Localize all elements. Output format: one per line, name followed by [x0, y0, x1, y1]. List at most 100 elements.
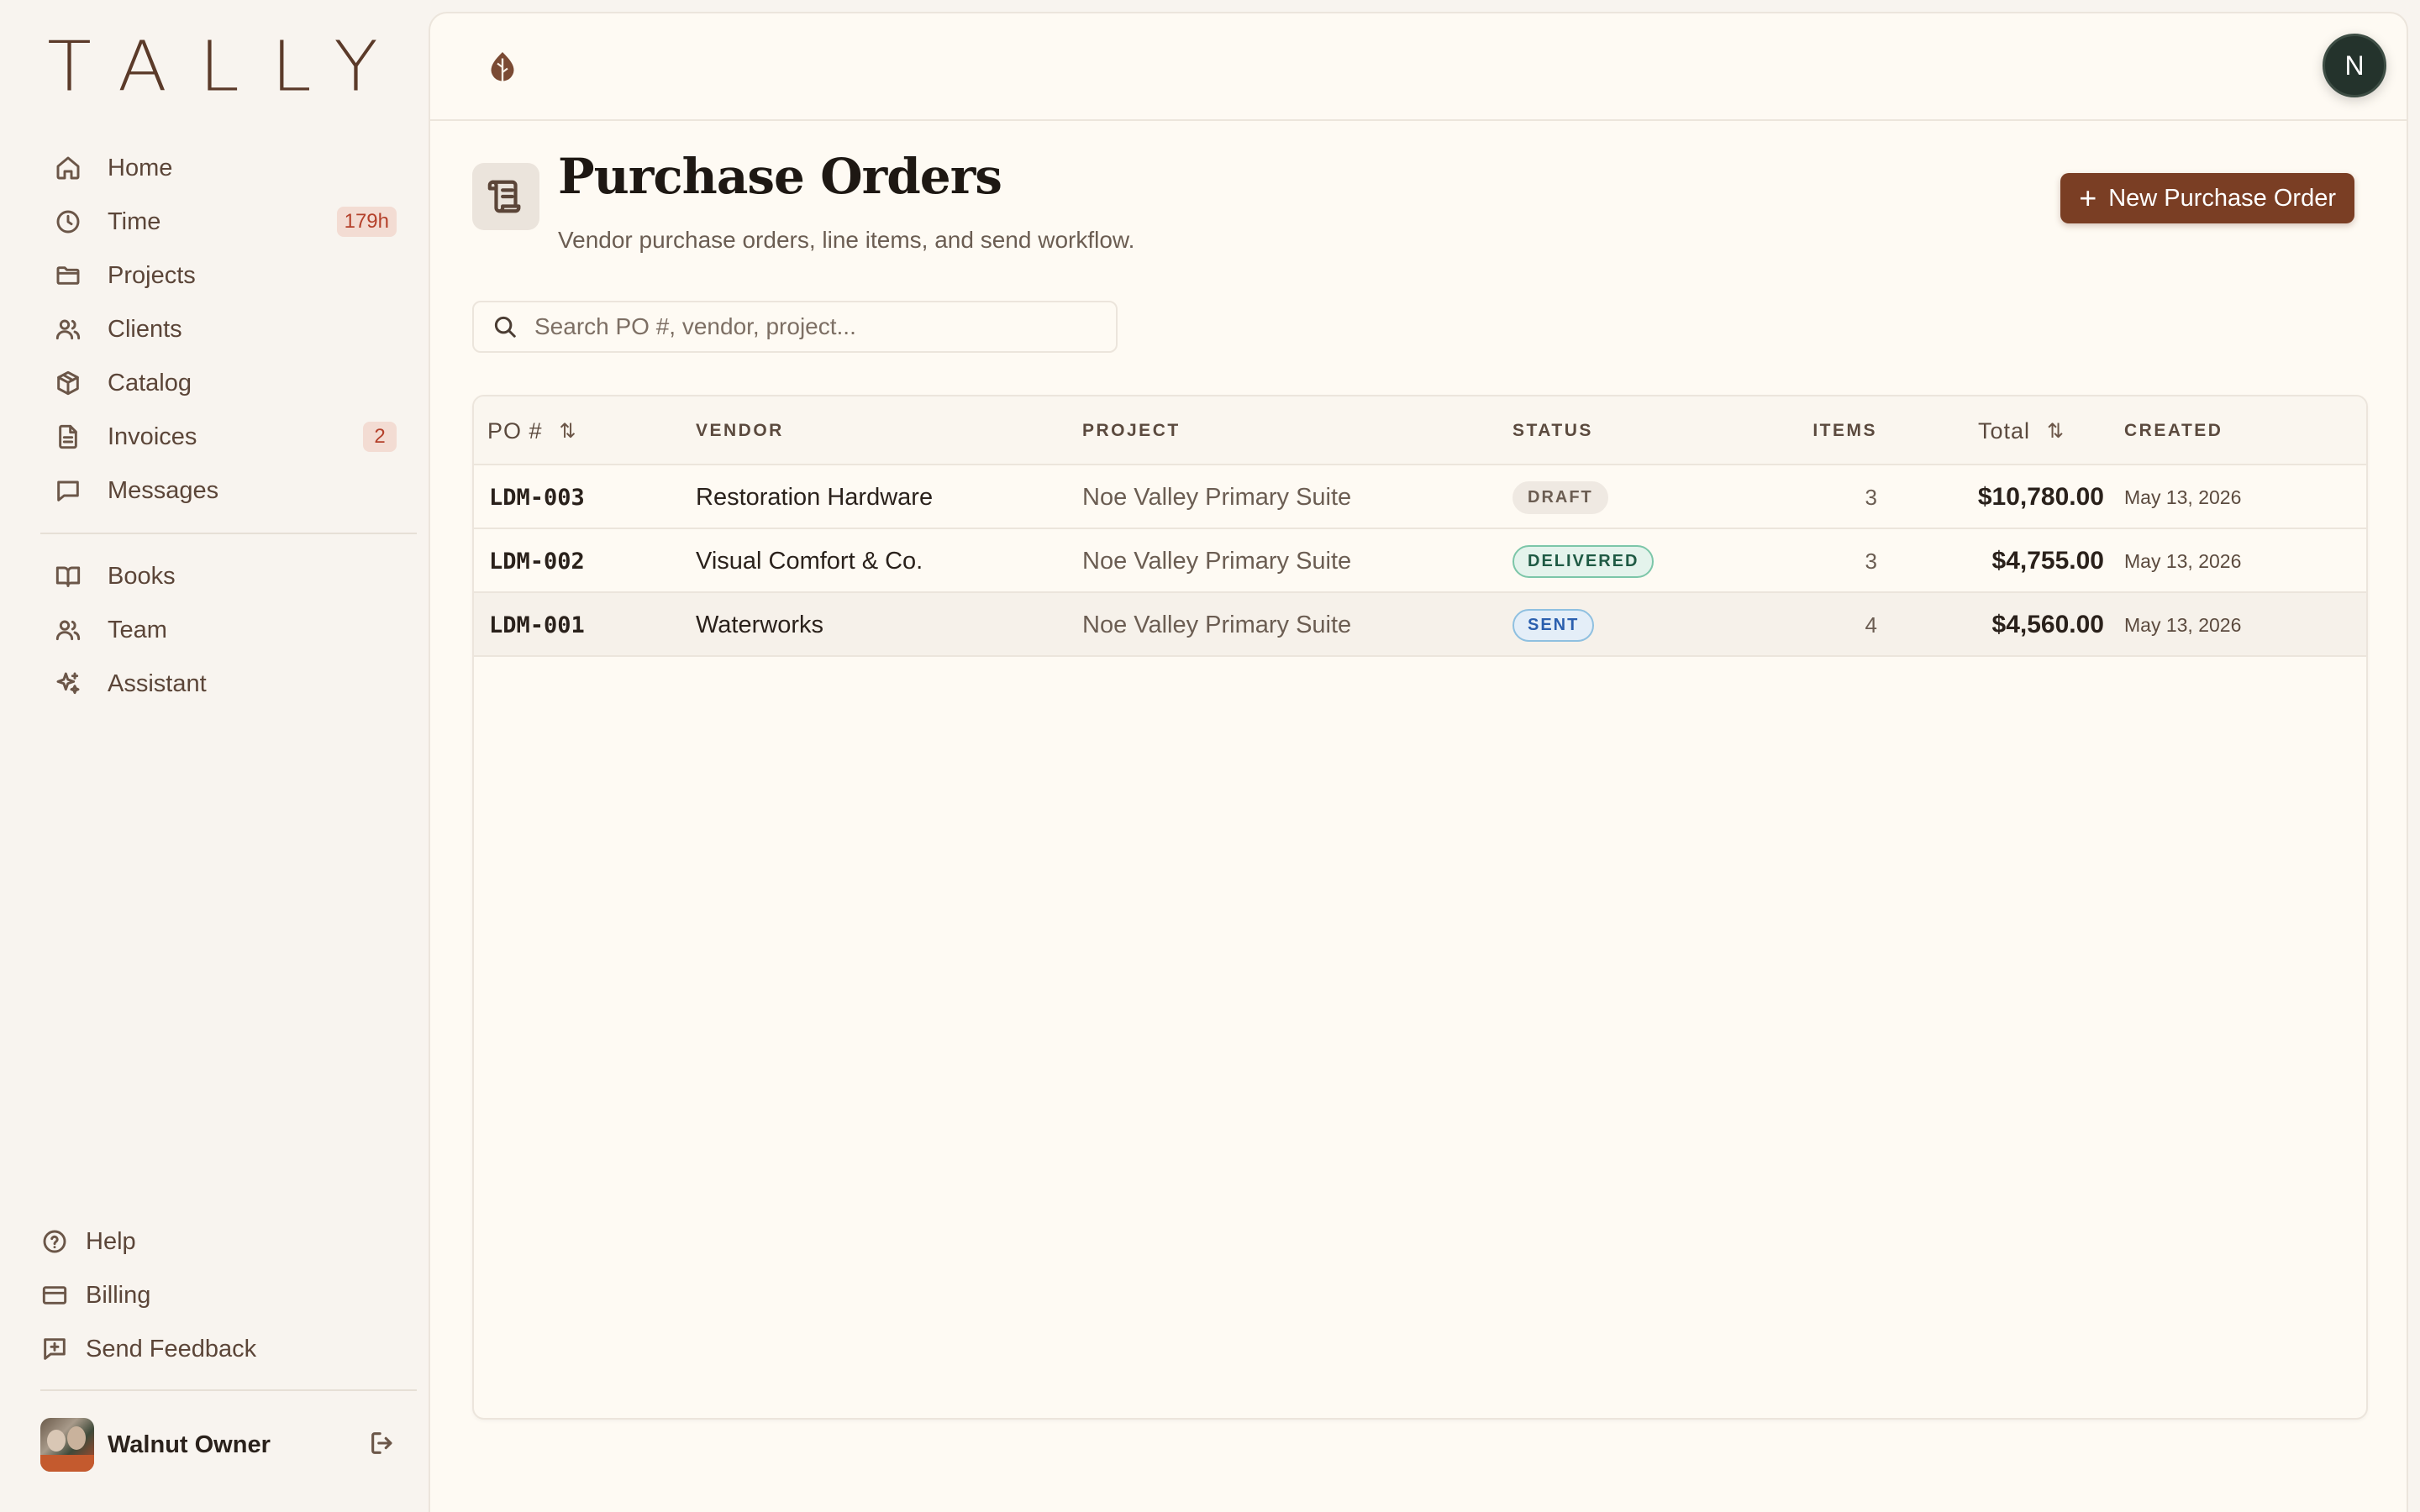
sidebar-item-label: Invoices	[108, 423, 197, 450]
column-header-label: PO #	[487, 417, 543, 444]
sidebar-item-label: Projects	[108, 261, 196, 289]
project-name: Noe Valley Primary Suite	[1082, 483, 1352, 511]
sidebar-item-label: Help	[86, 1227, 136, 1255]
total-amount: $10,780.00	[1977, 483, 2104, 511]
table-header: PO # ⇅ VENDOR PROJECT STATUS ITEMS Total…	[474, 396, 2366, 465]
vendor-name: Visual Comfort & Co.	[696, 547, 923, 575]
feedback-icon	[40, 1335, 69, 1363]
sidebar-item-assistant[interactable]: Assistant	[40, 657, 410, 711]
items-count: 4	[1865, 612, 1877, 638]
sidebar-item-books[interactable]: Books	[40, 549, 410, 603]
sidebar: TALLY Home Time 179h Projects Clients Ca…	[0, 0, 429, 1512]
vendor-name: Restoration Hardware	[696, 483, 934, 511]
status-badge: DELIVERED	[1512, 544, 1655, 578]
sidebar-item-label: Team	[108, 616, 167, 643]
items-count: 3	[1865, 484, 1877, 510]
primary-nav: Home Time 179h Projects Clients Catalog …	[40, 141, 417, 711]
page-title: Purchase Orders	[558, 148, 1002, 205]
sidebar-item-time[interactable]: Time 179h	[40, 195, 410, 249]
card-icon	[40, 1281, 69, 1310]
table-row[interactable]: LDM-002 Visual Comfort & Co. Noe Valley …	[474, 529, 2366, 593]
box-icon	[54, 369, 82, 397]
purchase-orders-table: PO # ⇅ VENDOR PROJECT STATUS ITEMS Total…	[472, 395, 2368, 1420]
total-amount: $4,560.00	[1991, 611, 2104, 638]
created-date: May 13, 2026	[2124, 613, 2242, 636]
created-date: May 13, 2026	[2124, 486, 2242, 508]
column-header-vendor: VENDOR	[696, 421, 784, 440]
user-name: Walnut Owner	[108, 1431, 271, 1458]
main-panel: N Purchase Orders Vendor purchase orders…	[429, 12, 2408, 1512]
sidebar-item-label: Messages	[108, 476, 219, 504]
page-subtitle: Vendor purchase orders, line items, and …	[558, 227, 1135, 253]
sidebar-item-help[interactable]: Help	[27, 1215, 410, 1268]
created-date: May 13, 2026	[2124, 549, 2242, 572]
app-logo[interactable]: TALLY	[0, 28, 429, 108]
scroll-icon	[472, 163, 539, 230]
avatar[interactable]	[40, 1418, 94, 1472]
sidebar-item-catalog[interactable]: Catalog	[40, 356, 410, 410]
user-divider	[40, 1389, 417, 1391]
column-header-total[interactable]: Total ⇅	[1978, 396, 2065, 465]
topbar: N	[430, 13, 2407, 121]
sidebar-item-clients[interactable]: Clients	[40, 302, 410, 356]
sparkle-icon	[54, 669, 82, 698]
items-count: 3	[1865, 548, 1877, 574]
book-icon	[54, 562, 82, 591]
sort-icon[interactable]: ⇅	[560, 419, 577, 444]
sidebar-item-invoices[interactable]: Invoices 2	[40, 410, 410, 464]
table-row[interactable]: LDM-003 Restoration Hardware Noe Valley …	[474, 465, 2366, 529]
sidebar-item-label: Clients	[108, 315, 182, 343]
sidebar-item-label: Home	[108, 154, 173, 181]
user-profile: Walnut Owner	[40, 1418, 397, 1472]
folder-icon	[54, 261, 82, 290]
user-icon	[54, 616, 82, 644]
sidebar-item-label: Billing	[86, 1281, 151, 1309]
time-badge: 179h	[336, 207, 397, 237]
column-header-items: ITEMS	[1812, 421, 1877, 440]
sidebar-item-projects[interactable]: Projects	[40, 249, 410, 302]
users-icon	[54, 315, 82, 344]
search-box[interactable]	[472, 301, 1118, 353]
table-row[interactable]: LDM-001 Waterworks Noe Valley Primary Su…	[474, 593, 2366, 657]
search-icon	[494, 316, 516, 338]
po-number: LDM-002	[489, 548, 585, 575]
status-badge: DRAFT	[1512, 480, 1608, 514]
column-header-created: CREATED	[2124, 421, 2223, 440]
sidebar-item-messages[interactable]: Messages	[40, 464, 410, 517]
search-input[interactable]	[534, 313, 1097, 340]
project-name: Noe Valley Primary Suite	[1082, 547, 1352, 575]
vendor-name: Waterworks	[696, 611, 823, 638]
sidebar-item-send-feedback[interactable]: Send Feedback	[27, 1322, 410, 1376]
po-number: LDM-001	[489, 612, 585, 638]
sidebar-item-home[interactable]: Home	[40, 141, 410, 195]
leaf-icon[interactable]	[487, 50, 518, 84]
total-amount: $4,755.00	[1991, 547, 2104, 575]
column-header-po[interactable]: PO # ⇅	[487, 396, 577, 465]
sidebar-item-label: Catalog	[108, 369, 192, 396]
home-icon	[54, 154, 82, 182]
status-badge: SENT	[1512, 608, 1595, 642]
help-icon	[40, 1227, 69, 1256]
secondary-nav: Help Billing Send Feedback	[27, 1215, 410, 1376]
logout-icon[interactable]	[368, 1429, 397, 1462]
po-number: LDM-003	[489, 484, 585, 511]
new-purchase-order-label: New Purchase Order	[2108, 184, 2336, 212]
message-icon	[54, 476, 82, 505]
column-header-status: STATUS	[1512, 421, 1593, 440]
sidebar-item-billing[interactable]: Billing	[27, 1268, 410, 1322]
sidebar-item-label: Time	[108, 207, 161, 235]
new-purchase-order-button[interactable]: + New Purchase Order	[2060, 173, 2354, 223]
sidebar-item-label: Assistant	[108, 669, 207, 697]
sidebar-item-label: Send Feedback	[86, 1335, 257, 1362]
sidebar-item-label: Books	[108, 562, 176, 590]
plus-icon: +	[2079, 181, 2097, 215]
sidebar-item-team[interactable]: Team	[40, 603, 410, 657]
clock-icon	[54, 207, 82, 236]
account-avatar-button[interactable]: N	[2323, 34, 2386, 97]
column-header-project: PROJECT	[1082, 421, 1181, 440]
file-icon	[54, 423, 82, 451]
invoices-badge: 2	[363, 422, 397, 452]
sort-icon[interactable]: ⇅	[2047, 419, 2065, 444]
nav-divider	[40, 533, 417, 534]
column-header-label: Total	[1978, 417, 2031, 444]
